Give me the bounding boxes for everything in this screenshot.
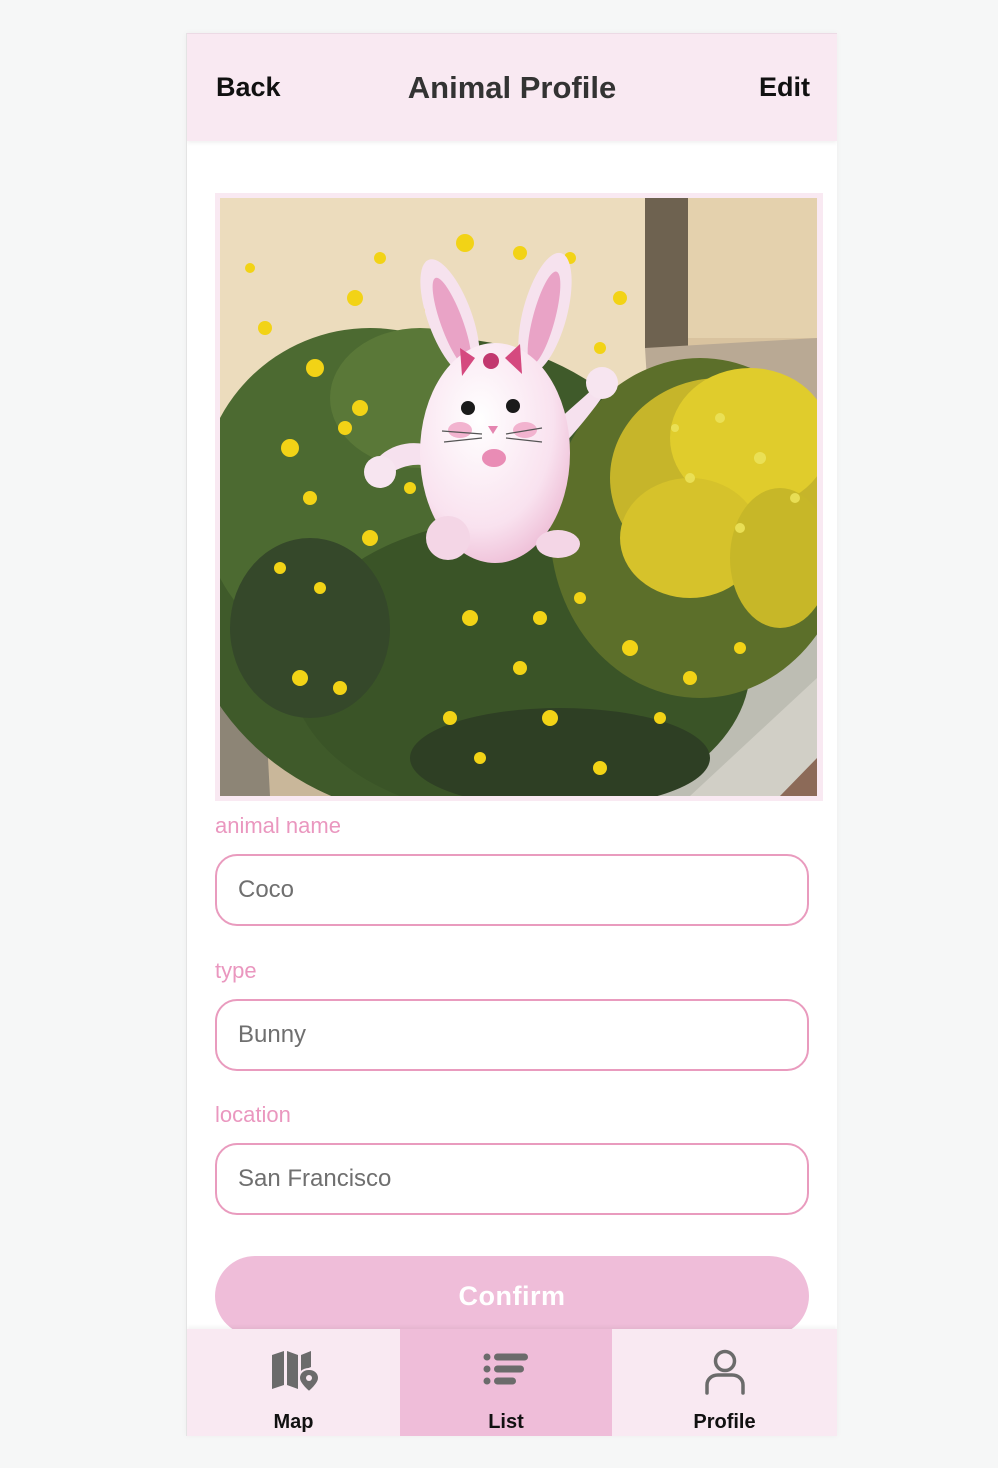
edit-button[interactable]: Edit: [759, 72, 810, 103]
tab-list-label: List: [488, 1411, 524, 1433]
animal-photo-frame: [215, 193, 823, 801]
tab-list[interactable]: List: [400, 1329, 612, 1436]
tab-map[interactable]: Map: [187, 1329, 400, 1436]
app-screen: Back Animal Profile Edit animal name Coc…: [186, 33, 837, 1436]
type-input[interactable]: [215, 999, 809, 1071]
tab-map-label: Map: [273, 1411, 314, 1433]
location-label: location: [215, 1102, 291, 1127]
map-icon: [187, 1349, 400, 1398]
location-input[interactable]: [215, 1143, 809, 1215]
tab-profile-label: Profile: [693, 1411, 756, 1433]
list-icon: [400, 1349, 612, 1394]
header-bar: Back Animal Profile Edit: [187, 33, 837, 141]
confirm-button[interactable]: Confirm: [215, 1256, 809, 1336]
person-icon: [612, 1349, 837, 1400]
tab-profile[interactable]: Profile: [612, 1329, 837, 1436]
type-label: type: [215, 958, 257, 983]
animal-name-input[interactable]: [215, 854, 809, 926]
bottom-tab-bar: Map List Profile: [187, 1329, 837, 1436]
page-title: Animal Profile: [407, 70, 617, 105]
animal-photo: [220, 198, 817, 796]
animal-name-label: animal name: [215, 813, 341, 838]
